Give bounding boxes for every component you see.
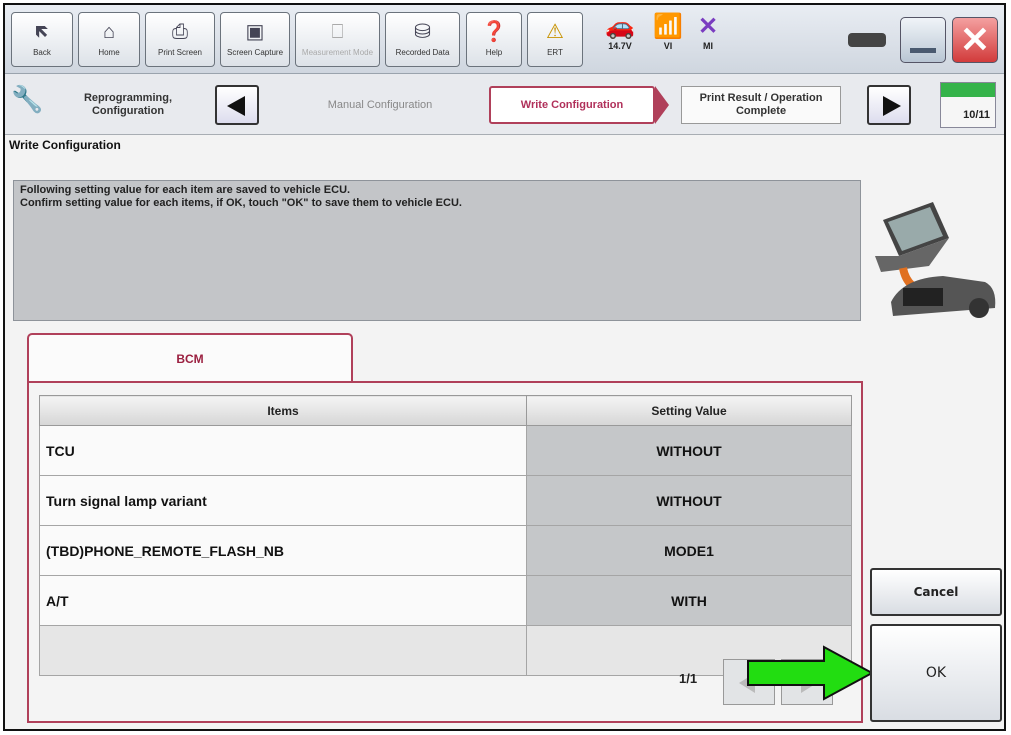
step-print-result: Print Result / Operation Complete	[681, 86, 841, 124]
settings-panel: Items Setting Value TCU WITHOUT Turn sig…	[27, 381, 863, 723]
column-header-setting-value: Setting Value	[526, 395, 852, 426]
progress-indicator: 10/11	[940, 82, 996, 128]
table-row[interactable]: A/T WITH	[39, 575, 852, 626]
help-icon: ❓	[481, 21, 507, 43]
left-arrow-icon	[227, 96, 245, 116]
instruction-message: Following setting value for each item ar…	[13, 180, 861, 321]
recorded-data-button[interactable]: ⛁ Recorded Data	[385, 12, 460, 67]
measurement-mode-button[interactable]: ⎕ Measurement Mode	[295, 12, 380, 67]
ok-button[interactable]: OK	[870, 624, 1002, 722]
signal-icon: 📶	[653, 13, 683, 40]
page-indicator: 1/1	[679, 671, 698, 686]
minimize-button[interactable]	[900, 17, 946, 63]
minimize-icon	[910, 48, 936, 53]
close-button[interactable]: ✕	[952, 17, 998, 63]
item-cell: TCU	[39, 425, 527, 476]
meter-icon: ⎕	[331, 21, 344, 43]
vi-status: 📶 VI	[650, 13, 686, 51]
mi-status: ✕ MI	[690, 13, 726, 51]
value-cell: WITHOUT	[526, 475, 852, 526]
value-cell: WITHOUT	[526, 425, 852, 476]
step-write-configuration: Write Configuration	[489, 86, 655, 124]
current-step-arrow-icon	[655, 86, 669, 124]
column-header-items: Items	[39, 395, 527, 426]
cancel-button[interactable]: Cancel	[870, 568, 1002, 616]
progress-bar	[941, 83, 995, 97]
back-arrow-icon: 🡼	[35, 21, 49, 43]
close-icon: ✕	[959, 19, 991, 60]
green-arrow-icon	[746, 645, 876, 706]
camera-icon: ▣	[245, 21, 265, 43]
disconnected-x-icon: ✕	[697, 13, 719, 40]
item-cell: A/T	[39, 575, 527, 626]
home-button[interactable]: ⌂ Home	[78, 12, 140, 67]
reprogramming-wrench-icon: 🔧	[11, 84, 44, 114]
step-manual-configuration: Manual Configuration	[327, 98, 433, 111]
table-row[interactable]: TCU WITHOUT	[39, 425, 852, 476]
tab-bcm[interactable]: BCM	[27, 333, 353, 385]
settings-table: Items Setting Value TCU WITHOUT Turn sig…	[39, 395, 852, 676]
value-cell: WITH	[526, 575, 852, 626]
help-button[interactable]: ❓ Help	[466, 12, 522, 67]
step-reprogramming: Reprogramming, Configuration	[83, 92, 172, 117]
print-screen-button[interactable]: ⎙ Print Screen	[145, 12, 215, 67]
printer-icon: ⎙	[172, 21, 188, 43]
back-button[interactable]: 🡼 Back	[11, 12, 73, 67]
item-cell: Turn signal lamp variant	[39, 475, 527, 526]
battery-indicator-icon	[848, 33, 886, 47]
app-window: 🡼 Back ⌂ Home ⎙ Print Screen ▣ Screen Ca…	[3, 3, 1006, 731]
previous-step-button[interactable]	[215, 85, 259, 125]
home-icon: ⌂	[102, 21, 116, 43]
toolbar: 🡼 Back ⌂ Home ⎙ Print Screen ▣ Screen Ca…	[5, 5, 1004, 74]
recorded-data-icon: ⛁	[414, 21, 431, 43]
ecu-laptop-car-icon	[873, 190, 1001, 330]
warning-icon: ⚠	[546, 21, 564, 43]
next-step-button[interactable]	[867, 85, 911, 125]
section-title: Write Configuration	[9, 138, 121, 152]
value-cell: MODE1	[526, 525, 852, 576]
step-navigation-bar: 🔧 Reprogramming, Configuration Manual Co…	[5, 74, 1004, 135]
battery-voltage-status: 🚗 14.7V	[590, 13, 650, 51]
table-row[interactable]: (TBD)PHONE_REMOTE_FLASH_NB MODE1	[39, 525, 852, 576]
item-cell: (TBD)PHONE_REMOTE_FLASH_NB	[39, 525, 527, 576]
ert-button[interactable]: ⚠ ERT	[527, 12, 583, 67]
table-row[interactable]: Turn signal lamp variant WITHOUT	[39, 475, 852, 526]
right-arrow-icon	[883, 96, 901, 116]
car-icon: 🚗	[605, 13, 635, 40]
screen-capture-button[interactable]: ▣ Screen Capture	[220, 12, 290, 67]
